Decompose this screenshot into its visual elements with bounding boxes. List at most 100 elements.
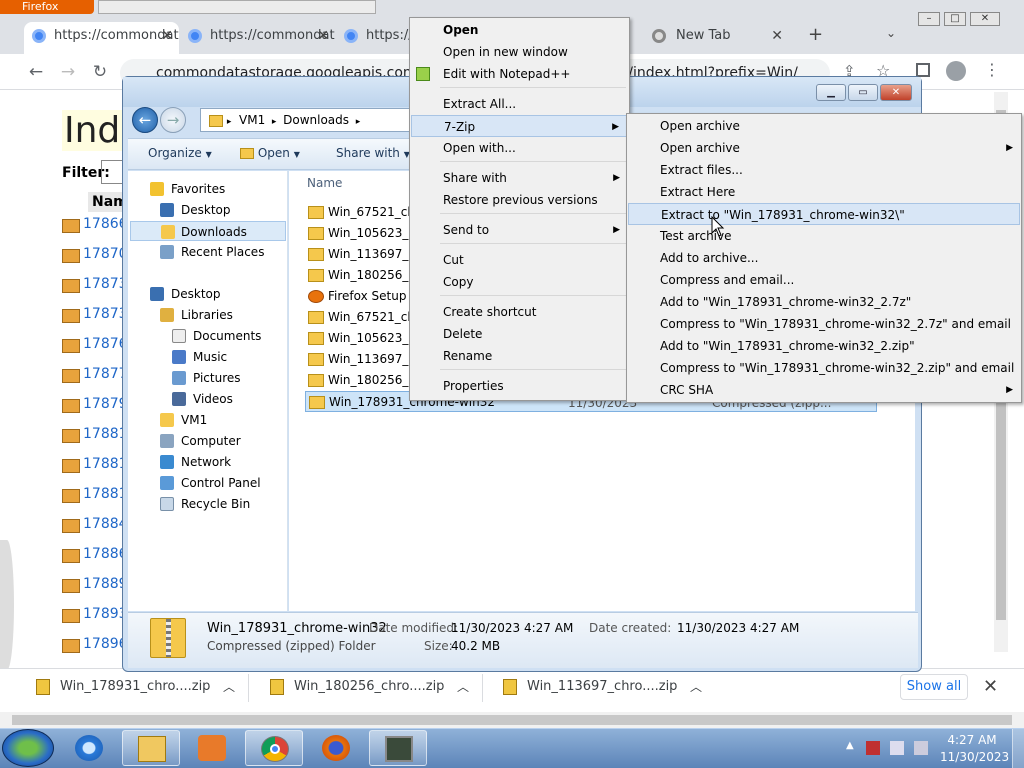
tab-3[interactable]: https://commondatastorage.googleapis.com bbox=[336, 22, 411, 54]
taskbar-chrome[interactable] bbox=[245, 730, 303, 766]
close-window-icon[interactable]: ✕ bbox=[970, 12, 1000, 26]
reload-icon[interactable]: ↻ bbox=[88, 60, 112, 84]
nav-favorites[interactable]: Favorites bbox=[130, 179, 286, 199]
nav-vm1[interactable]: VM1 bbox=[130, 410, 286, 430]
nav-control-panel[interactable]: Control Panel bbox=[130, 473, 286, 493]
7zip-add-zip[interactable]: Add to "Win_178931_chrome-win32_2.zip" bbox=[627, 335, 1021, 357]
directory-link[interactable]: 17889 bbox=[83, 576, 128, 592]
close-icon[interactable]: ✕ bbox=[880, 84, 912, 101]
7zip-crc-sha[interactable]: CRC SHA ▶ bbox=[627, 379, 1021, 401]
7zip-compress-7z-email[interactable]: Compress to "Win_178931_chrome-win32_2.7… bbox=[627, 313, 1021, 335]
file-row[interactable]: Win_67521_chrome-win32 bbox=[305, 202, 415, 223]
menu-rename[interactable]: Rename bbox=[410, 345, 629, 367]
7zip-open-archive[interactable]: Open archive bbox=[627, 115, 1021, 137]
download-item[interactable]: Win_180256_chro....zip ︿ bbox=[264, 675, 469, 699]
name-column-header[interactable]: Name bbox=[307, 176, 342, 190]
profile-avatar-icon[interactable] bbox=[946, 61, 966, 81]
directory-link[interactable]: 17876 bbox=[83, 336, 128, 352]
organize-button[interactable]: Organize ▼ bbox=[148, 146, 212, 160]
address-breadcrumb[interactable]: ▸ VM1 ▸ Downloads ▸ bbox=[200, 108, 410, 132]
action-center-flag-icon[interactable] bbox=[866, 741, 880, 755]
forward-arrow-icon[interactable]: → bbox=[160, 107, 186, 133]
back-arrow-icon[interactable]: ← bbox=[132, 107, 158, 133]
maximize-icon[interactable]: ▭ bbox=[848, 84, 878, 101]
nav-documents[interactable]: Documents bbox=[130, 326, 286, 346]
menu-extract-all[interactable]: Extract All... bbox=[410, 93, 629, 115]
directory-link[interactable]: 17886 bbox=[83, 546, 128, 562]
file-row[interactable]: Win_105623_chrome-win32 bbox=[305, 328, 415, 349]
new-tab-button[interactable]: + bbox=[808, 24, 823, 45]
nav-pictures[interactable]: Pictures bbox=[130, 368, 286, 388]
windows-start-icon[interactable] bbox=[2, 729, 54, 767]
tab-2[interactable]: https://commondatastorage.googleapis.com… bbox=[180, 22, 335, 54]
tab-new-tab[interactable]: New Tab ✕ bbox=[640, 22, 795, 54]
menu-open[interactable]: Open bbox=[410, 19, 629, 41]
file-row[interactable]: Win_113697_chrome-win32 bbox=[305, 244, 415, 265]
download-item[interactable]: Win_178931_chro....zip ︿ bbox=[30, 675, 235, 699]
volume-icon[interactable] bbox=[914, 741, 928, 755]
7zip-extract-here[interactable]: Extract Here bbox=[627, 181, 1021, 203]
directory-link[interactable]: 17866 bbox=[83, 216, 128, 232]
nav-libraries[interactable]: Libraries bbox=[130, 305, 286, 325]
file-row[interactable]: Firefox Setup 27 bbox=[305, 286, 415, 307]
menu-delete[interactable]: Delete bbox=[410, 323, 629, 345]
nav-downloads[interactable]: Downloads bbox=[130, 221, 286, 241]
nav-music[interactable]: Music bbox=[130, 347, 286, 367]
back-arrow-icon[interactable]: ← bbox=[24, 60, 48, 84]
horizontal-scrollbar[interactable] bbox=[0, 712, 1024, 728]
tab-1[interactable]: https://commondatastorage.googleapis.com… bbox=[24, 22, 179, 54]
7zip-compress-email[interactable]: Compress and email... bbox=[627, 269, 1021, 291]
more-menu-icon[interactable]: ⋮ bbox=[984, 60, 1000, 79]
menu-create-shortcut[interactable]: Create shortcut bbox=[410, 301, 629, 323]
menu-edit-notepad[interactable]: Edit with Notepad++ bbox=[410, 63, 629, 85]
7zip-add-7z[interactable]: Add to "Win_178931_chrome-win32_2.7z" bbox=[627, 291, 1021, 313]
menu-share-with[interactable]: Share with ▶ bbox=[410, 167, 629, 189]
clock-time[interactable]: 4:27 AM bbox=[940, 733, 1004, 747]
menu-7zip[interactable]: 7-Zip ▶ bbox=[411, 115, 628, 137]
download-item[interactable]: Win_113697_chro....zip ︿ bbox=[497, 675, 702, 699]
taskbar-firefox[interactable] bbox=[307, 730, 365, 766]
close-tab-icon[interactable]: ✕ bbox=[771, 22, 783, 50]
chevron-up-icon[interactable]: ︿ bbox=[457, 675, 469, 699]
chevron-up-icon[interactable]: ︿ bbox=[223, 675, 235, 699]
file-row[interactable]: Win_113697_chrome-win32 bbox=[305, 349, 415, 370]
forward-arrow-icon[interactable]: → bbox=[56, 60, 80, 84]
directory-link[interactable]: 17870 bbox=[83, 246, 128, 262]
directory-link[interactable]: 17893 bbox=[83, 606, 128, 622]
directory-link[interactable]: 17873 bbox=[83, 306, 128, 322]
side-panel-icon[interactable] bbox=[916, 63, 930, 77]
clock-date[interactable]: 11/30/2023 bbox=[940, 750, 1009, 764]
menu-send-to[interactable]: Send to ▶ bbox=[410, 219, 629, 241]
file-row[interactable]: Win_180256_chrome-win32 bbox=[305, 265, 415, 286]
nav-videos[interactable]: Videos bbox=[130, 389, 286, 409]
directory-link[interactable]: 17881 bbox=[83, 486, 128, 502]
chevron-up-icon[interactable]: ︿ bbox=[690, 675, 702, 699]
show-all-button[interactable]: Show all bbox=[900, 674, 968, 700]
nav-computer[interactable]: Computer bbox=[130, 431, 286, 451]
menu-copy[interactable]: Copy bbox=[410, 271, 629, 293]
nav-desktop-root[interactable]: Desktop bbox=[130, 284, 286, 304]
taskbar-monitor-app[interactable] bbox=[369, 730, 427, 766]
taskbar-media-player[interactable] bbox=[183, 730, 241, 766]
share-with-button[interactable]: Share with ▼ bbox=[336, 146, 410, 160]
menu-open-new-window[interactable]: Open in new window bbox=[410, 41, 629, 63]
file-row[interactable]: Win_180256_chrome-win32 bbox=[305, 370, 415, 391]
menu-cut[interactable]: Cut bbox=[410, 249, 629, 271]
close-tab-icon[interactable]: ✕ bbox=[161, 22, 173, 50]
minimize-icon[interactable]: ▁ bbox=[816, 84, 846, 101]
directory-link[interactable]: 17877 bbox=[83, 366, 128, 382]
taskbar-explorer[interactable] bbox=[122, 730, 180, 766]
breadcrumb-downloads[interactable]: Downloads bbox=[283, 113, 349, 127]
show-desktop-button[interactable] bbox=[1012, 729, 1024, 768]
directory-link[interactable]: 17879 bbox=[83, 396, 128, 412]
taskbar-internet-explorer[interactable] bbox=[60, 730, 118, 766]
open-button[interactable]: Open ▼ bbox=[240, 146, 300, 160]
menu-restore-previous[interactable]: Restore previous versions bbox=[410, 189, 629, 211]
7zip-test-archive[interactable]: Test archive bbox=[627, 225, 1021, 247]
tray-expand-icon[interactable]: ▲ bbox=[846, 740, 854, 751]
nav-recycle-bin[interactable]: Recycle Bin bbox=[130, 494, 286, 514]
7zip-extract-to[interactable]: Extract to "Win_178931_chrome-win32\" bbox=[628, 203, 1020, 225]
file-row[interactable]: Win_105623_chrome-win32 bbox=[305, 223, 415, 244]
maximize-icon[interactable]: □ bbox=[944, 12, 966, 26]
directory-link[interactable]: 17881 bbox=[83, 456, 128, 472]
